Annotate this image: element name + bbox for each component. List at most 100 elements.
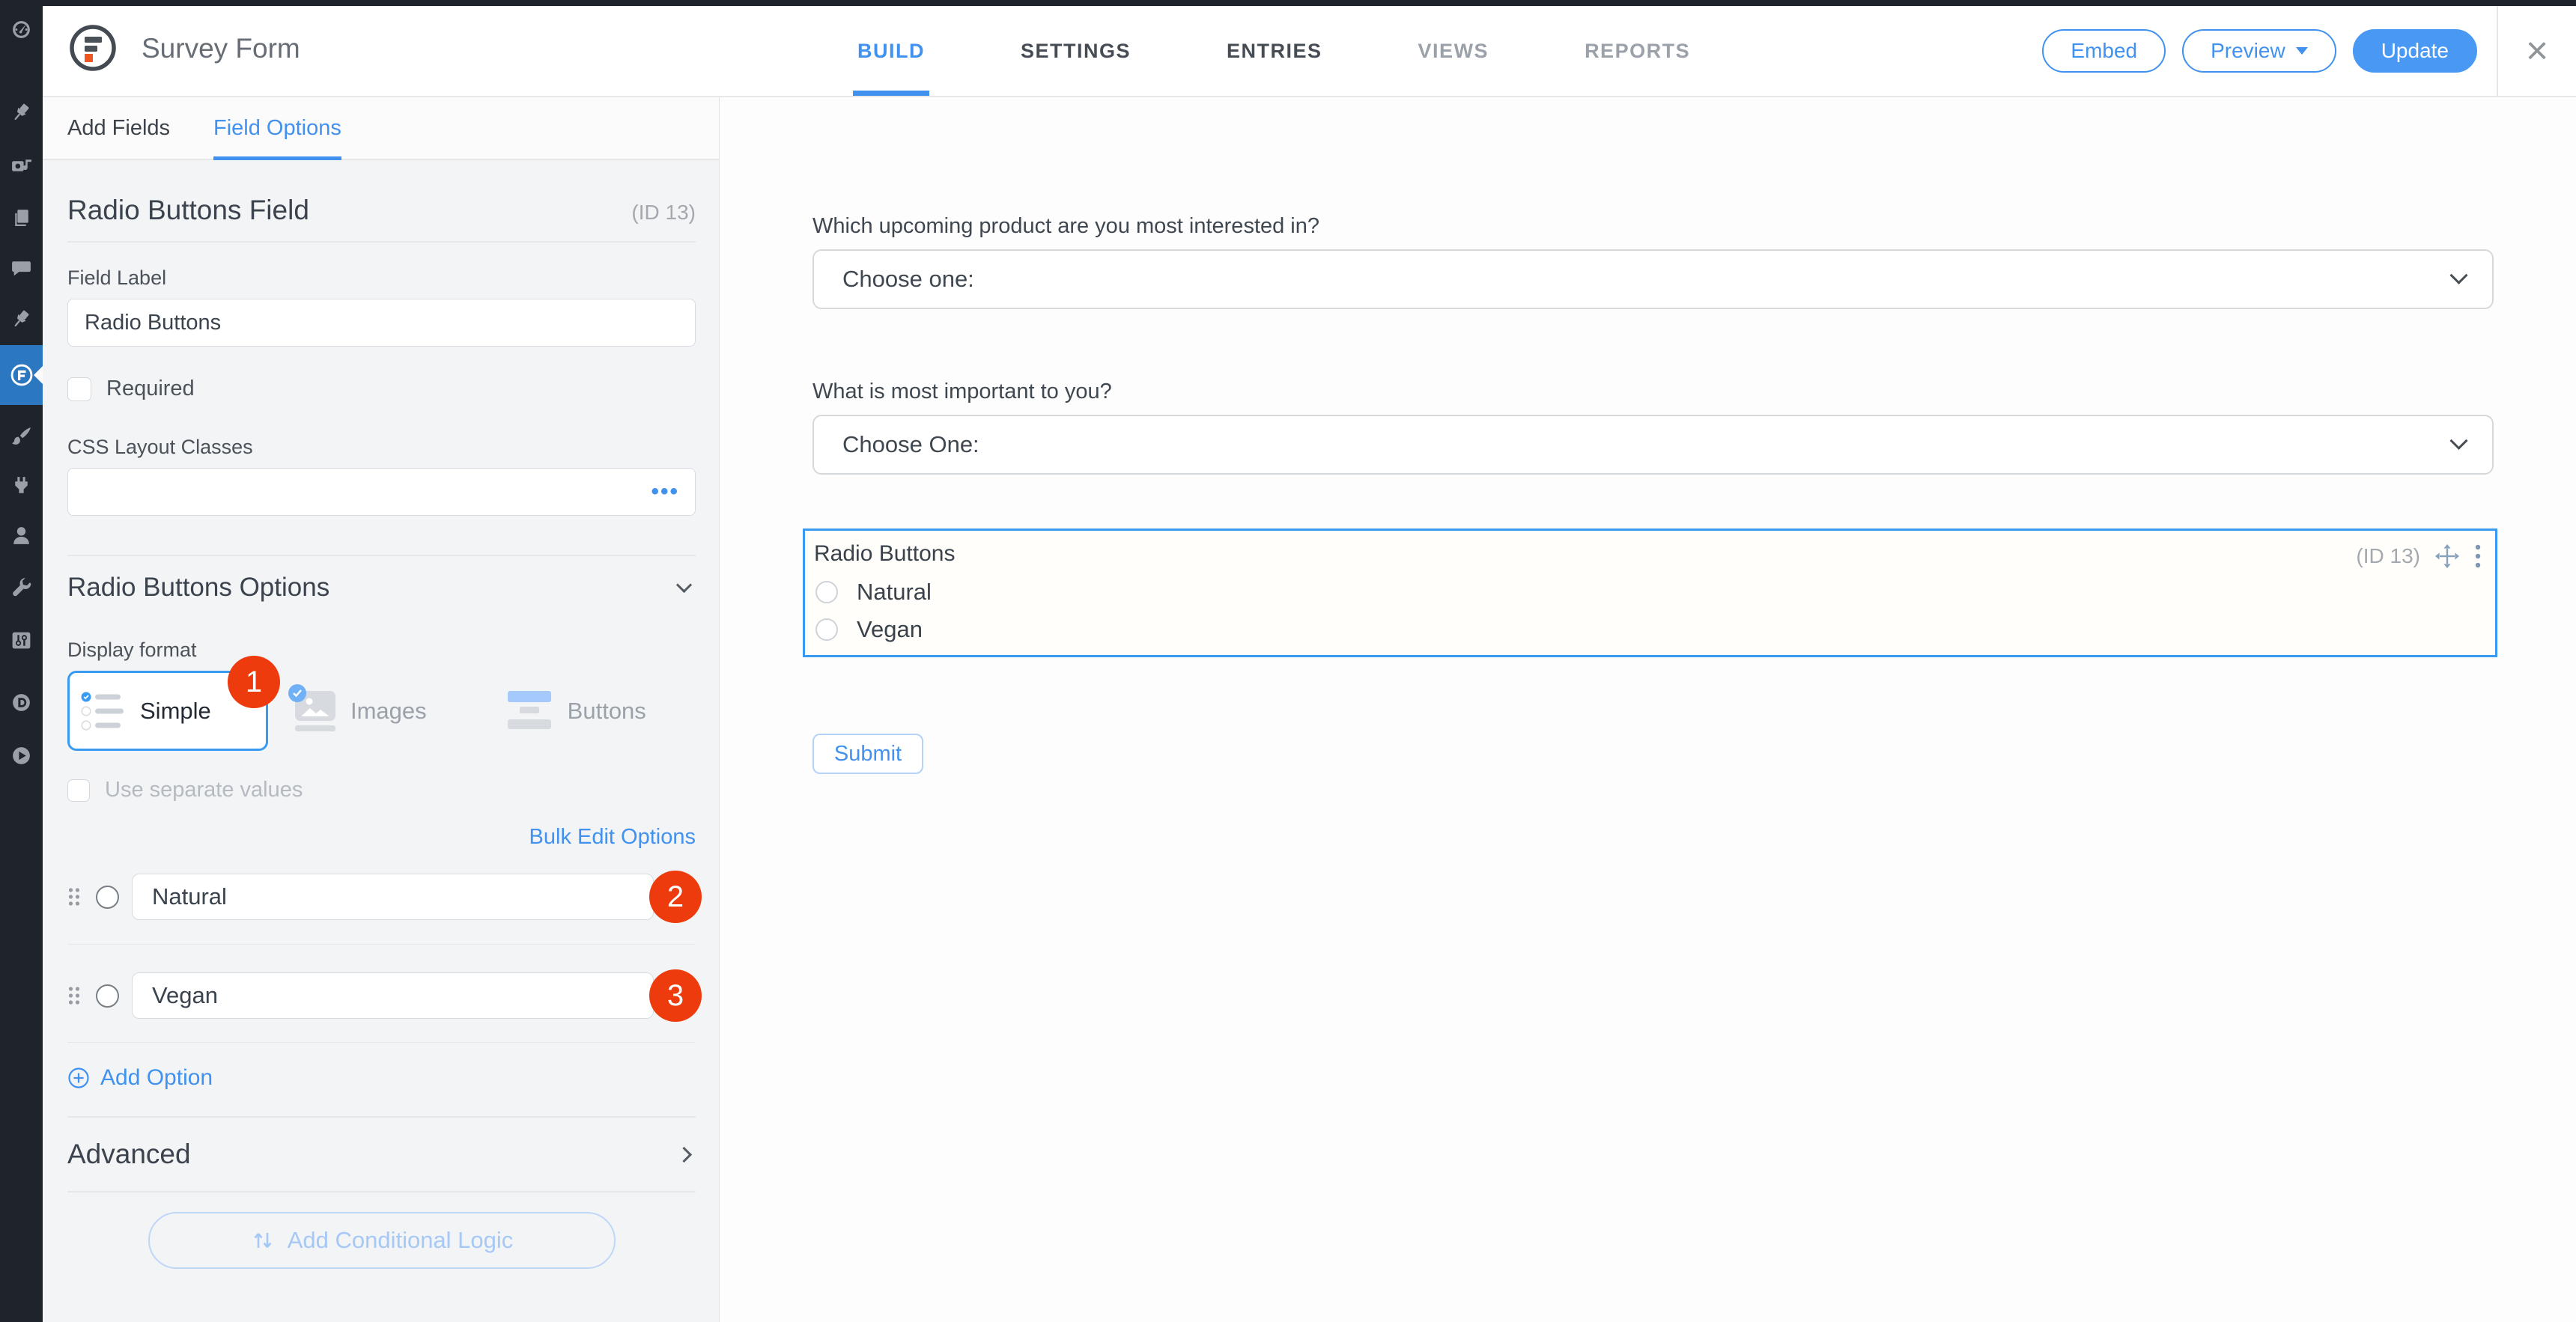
question-label: Which upcoming product are you most inte… <box>812 214 1320 238</box>
selected-radio-field[interactable]: Radio Buttons (ID 13) Natural Vegan <box>803 529 2497 657</box>
radio-option: Natural <box>814 579 2482 606</box>
tab-add-fields[interactable]: Add Fields <box>67 97 170 159</box>
field-id-badge: (ID 13) <box>631 201 696 224</box>
sidebar-item-media[interactable] <box>0 150 43 183</box>
bulk-edit-options-link[interactable]: Bulk Edit Options <box>529 825 696 850</box>
builder-sidebar: Add Fields Field Options Radio Buttons F… <box>43 97 720 1322</box>
field-options-panel: Radio Buttons Field (ID 13) Field Label … <box>43 160 719 1269</box>
field-label-input[interactable] <box>67 299 696 347</box>
sidebar-item-d-plugin[interactable] <box>0 686 43 719</box>
embed-button[interactable]: Embed <box>2042 29 2166 73</box>
question-label: What is most important to you? <box>812 380 1112 403</box>
panel-title: Radio Buttons Field <box>67 195 309 225</box>
drag-handle-icon[interactable] <box>67 886 82 907</box>
play-circle-icon <box>13 746 30 764</box>
admin-rail <box>0 0 43 1322</box>
header-actions: Embed Preview Update × <box>2042 6 2576 96</box>
update-button[interactable]: Update <box>2352 29 2477 73</box>
tab-reports[interactable]: REPORTS <box>1585 6 1690 96</box>
chevron-down-icon <box>675 576 693 593</box>
plug-icon <box>15 476 28 493</box>
advanced-title: Advanced <box>67 1139 191 1169</box>
drag-handle-icon[interactable] <box>67 985 82 1006</box>
css-classes-label: CSS Layout Classes <box>67 436 253 458</box>
form-nav-tabs: BUILD SETTINGS ENTRIES VIEWS REPORTS <box>853 6 1690 96</box>
chevron-down-icon <box>2449 431 2468 450</box>
option-value-input[interactable] <box>132 874 654 920</box>
display-format-options: Simple 1 Images Buttons <box>67 656 696 751</box>
format-option-buttons[interactable]: Buttons <box>507 690 646 731</box>
sidebar-item-pin-2[interactable] <box>0 303 43 336</box>
divider <box>67 1191 696 1192</box>
option-default-radio[interactable] <box>96 885 119 909</box>
css-classes-input[interactable] <box>67 468 696 516</box>
submit-button[interactable]: Submit <box>812 734 923 774</box>
users-icon <box>13 526 29 544</box>
move-icon[interactable] <box>2434 543 2461 570</box>
sidebar-item-plugins[interactable] <box>0 469 43 502</box>
form-canvas: Which upcoming product are you most inte… <box>720 97 2576 1322</box>
admin-top-bar <box>0 0 2576 6</box>
sidebar-item-settings-sliders[interactable] <box>0 624 43 657</box>
radio-option: Vegan <box>814 616 2482 643</box>
option-default-radio[interactable] <box>96 984 119 1008</box>
tab-entries[interactable]: ENTRIES <box>1227 6 1322 96</box>
sidebar-item-appearance[interactable] <box>0 420 43 453</box>
radio-input[interactable] <box>815 618 838 641</box>
sidebar-item-play-plugin[interactable] <box>0 739 43 772</box>
tab-views[interactable]: VIEWS <box>1418 6 1489 96</box>
format-simple-label: Simple <box>140 697 211 724</box>
close-icon[interactable]: × <box>2498 28 2576 73</box>
sidebar-item-users[interactable] <box>0 519 43 552</box>
field-label-label: Field Label <box>67 266 167 289</box>
divider <box>67 1042 696 1043</box>
tab-settings[interactable]: SETTINGS <box>1021 6 1131 96</box>
caret-down-icon <box>2295 47 2308 55</box>
add-option-link[interactable]: Add Option <box>67 1065 696 1091</box>
sidebar-item-posts[interactable] <box>0 97 43 130</box>
use-separate-values-checkbox[interactable] <box>67 779 90 802</box>
radio-field-label: Radio Buttons <box>814 541 956 566</box>
chevron-down-icon <box>2449 266 2468 284</box>
check-badge-icon <box>288 683 306 702</box>
media-icon <box>12 159 31 171</box>
option-value-input[interactable] <box>132 972 654 1019</box>
option-row: 2 <box>67 871 702 923</box>
dropdown-field-2[interactable]: Choose One: <box>812 415 2494 475</box>
advanced-section-header[interactable]: Advanced <box>67 1139 696 1170</box>
required-label: Required <box>106 377 195 400</box>
formidable-logo-icon <box>70 25 116 71</box>
tab-field-options[interactable]: Field Options <box>213 97 341 160</box>
option-row: 3 <box>67 969 702 1022</box>
step-badge-3: 3 <box>649 969 702 1022</box>
pin-icon-2 <box>14 310 29 326</box>
sidebar-tabs: Add Fields Field Options <box>43 97 719 160</box>
format-images-label: Images <box>350 697 427 724</box>
required-checkbox[interactable] <box>67 377 91 401</box>
radio-input[interactable] <box>815 581 838 603</box>
tab-build[interactable]: BUILD <box>853 6 929 96</box>
format-option-images[interactable]: Images <box>288 683 427 731</box>
options-section-header[interactable]: Radio Buttons Options <box>67 573 696 603</box>
sidebar-item-tools[interactable] <box>0 571 43 604</box>
step-badge-2: 2 <box>649 871 702 923</box>
divider <box>67 1116 696 1118</box>
sidebar-item-comments[interactable] <box>0 252 43 284</box>
buttons-stack-icon <box>507 690 551 729</box>
sidebar-item-dashboard[interactable] <box>0 13 43 46</box>
active-menu-notch <box>34 366 43 384</box>
kebab-menu-icon[interactable] <box>2474 543 2482 569</box>
dropdown-field-1[interactable]: Choose one: <box>812 249 2494 309</box>
divider <box>67 555 696 556</box>
page-title: Survey Form <box>142 33 300 64</box>
add-conditional-logic-button[interactable]: Add Conditional Logic <box>148 1212 616 1269</box>
step-badge-1: 1 <box>228 656 280 708</box>
divider <box>67 241 696 243</box>
preview-button[interactable]: Preview <box>2182 29 2336 73</box>
divider <box>67 944 696 945</box>
pages-icon <box>15 209 28 226</box>
more-options-icon[interactable]: ••• <box>651 479 679 505</box>
format-option-simple[interactable]: Simple 1 <box>67 656 280 751</box>
sidebar-item-pages[interactable] <box>0 202 43 235</box>
simple-list-icon <box>81 692 124 731</box>
